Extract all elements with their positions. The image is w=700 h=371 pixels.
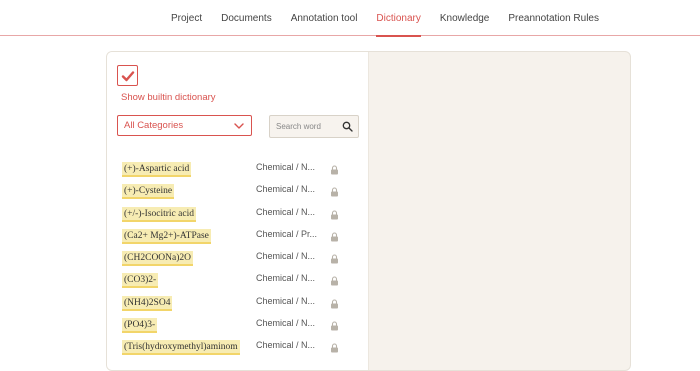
entry-category: Chemical / N... [256, 206, 316, 217]
chevron-down-icon [234, 123, 244, 129]
dictionary-panel: Show builtin dictionary All Categories (… [106, 51, 631, 371]
lock-icon [331, 321, 338, 331]
entry-term[interactable]: (+)-Cysteine [122, 184, 175, 200]
dictionary-row[interactable]: (+)-Aspartic acid Chemical / N... [107, 159, 369, 181]
entry-term[interactable]: (CH2COONa)2O [122, 251, 194, 267]
lock-icon [331, 187, 338, 197]
tab-documents[interactable]: Documents [212, 0, 281, 36]
dictionary-entries: (+)-Aspartic acid Chemical / N... (+)-Cy… [107, 159, 369, 360]
dictionary-row[interactable]: (Ca2+ Mg2+)-ATPase Chemical / Pr... [107, 226, 369, 248]
dictionary-row[interactable]: (Tris(hydroxymethyl)aminom Chemical / N.… [107, 337, 369, 359]
show-builtin-checkbox[interactable] [117, 65, 138, 86]
lock-icon [331, 343, 338, 353]
search-box [269, 115, 359, 138]
entry-category: Chemical / N... [256, 184, 316, 195]
tab-annotation-tool[interactable]: Annotation tool [282, 0, 367, 36]
tab-dictionary[interactable]: Dictionary [367, 0, 429, 37]
top-navigation: Project Documents Annotation tool Dictio… [0, 0, 700, 37]
lock-icon [331, 165, 338, 175]
lock-icon [331, 254, 338, 264]
lock-icon [331, 276, 338, 286]
entry-category: Chemical / Pr... [256, 228, 318, 239]
entry-term[interactable]: (PO4)3- [122, 318, 158, 334]
dictionary-row[interactable]: (CO3)2- Chemical / N... [107, 270, 369, 292]
tab-knowledge[interactable]: Knowledge [431, 0, 498, 36]
nav-tabs: Project Documents Annotation tool Dictio… [162, 0, 609, 37]
entry-term[interactable]: (NH4)2SO4 [122, 295, 173, 311]
dictionary-row[interactable]: (NH4)2SO4 Chemical / N... [107, 293, 369, 315]
dictionary-row[interactable]: (CH2COONa)2O Chemical / N... [107, 248, 369, 270]
dictionary-list-pane: Show builtin dictionary All Categories (… [107, 52, 369, 370]
entry-term[interactable]: (CO3)2- [122, 273, 159, 289]
dictionary-row[interactable]: (+/-)-Isocitric acid Chemical / N... [107, 204, 369, 226]
check-icon [121, 70, 134, 81]
lock-icon [331, 299, 338, 309]
entry-category: Chemical / N... [256, 273, 316, 284]
entry-category: Chemical / N... [256, 251, 316, 262]
entry-category: Chemical / N... [256, 340, 316, 351]
entry-category: Chemical / N... [256, 295, 316, 306]
entry-term[interactable]: (Ca2+ Mg2+)-ATPase [122, 228, 211, 244]
dictionary-row[interactable]: (PO4)3- Chemical / N... [107, 315, 369, 337]
tab-project[interactable]: Project [162, 0, 211, 36]
category-select-value: All Categories [124, 120, 184, 131]
entry-term[interactable]: (+/-)-Isocitric acid [122, 206, 196, 222]
lock-icon [331, 232, 338, 242]
entry-term[interactable]: (Tris(hydroxymethyl)aminom [122, 340, 240, 356]
entry-term[interactable]: (+)-Aspartic acid [122, 162, 192, 177]
detail-pane [369, 52, 630, 370]
entry-category: Chemical / N... [256, 162, 316, 172]
entry-category: Chemical / N... [256, 318, 316, 329]
show-builtin-label[interactable]: Show builtin dictionary [121, 92, 216, 103]
search-input[interactable] [276, 122, 340, 131]
search-icon[interactable] [342, 121, 353, 132]
dictionary-row[interactable]: (+)-Cysteine Chemical / N... [107, 181, 369, 203]
lock-icon [331, 210, 338, 220]
category-select[interactable]: All Categories [117, 115, 252, 136]
tab-preannotation-rules[interactable]: Preannotation Rules [499, 0, 608, 36]
